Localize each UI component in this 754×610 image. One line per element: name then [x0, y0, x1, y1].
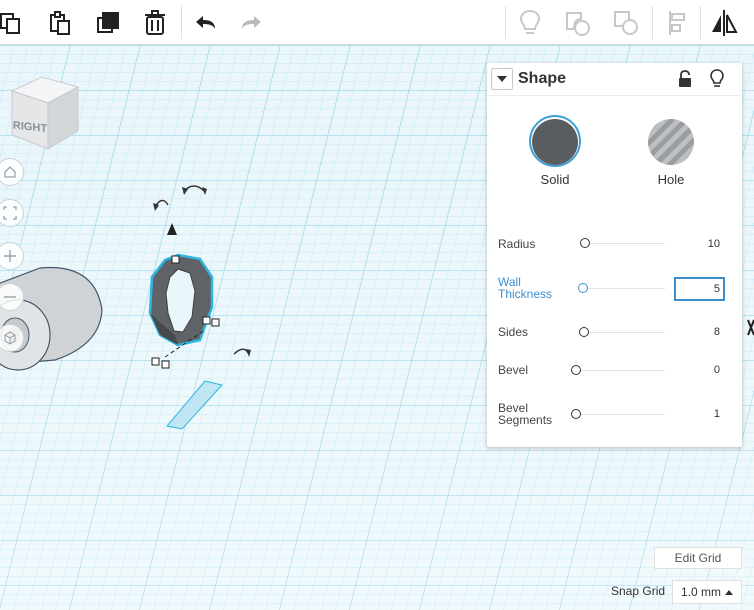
- toolbar-divider: [652, 6, 653, 39]
- bevel-segments-slider-track[interactable]: [575, 414, 665, 415]
- duplicate-button[interactable]: [86, 0, 130, 45]
- perspective-icon: [4, 331, 16, 345]
- toolbar-divider: [700, 6, 701, 39]
- radius-slider-knob[interactable]: [580, 238, 590, 248]
- bevel-slider-track[interactable]: [575, 370, 665, 371]
- delete-button[interactable]: [133, 0, 177, 45]
- group-button[interactable]: [556, 0, 600, 45]
- snap-grid-select[interactable]: 1.0 mm: [672, 580, 742, 604]
- mirror-button[interactable]: [702, 0, 746, 45]
- wall-thickness-label: Wall Thickness: [498, 276, 552, 300]
- ungroup-icon: [614, 10, 638, 35]
- align-icon: [669, 10, 685, 35]
- show-hide-icon: [519, 9, 541, 34]
- view-cube[interactable]: RIGHT: [8, 73, 86, 153]
- zoom-out-icon: [4, 296, 16, 298]
- wall-thickness-label-line2: Thickness: [498, 287, 553, 301]
- lightbulb-icon[interactable]: [709, 69, 725, 89]
- bevel-segments-value[interactable]: 1: [714, 408, 720, 420]
- redo-button[interactable]: [229, 0, 273, 45]
- solid-swatch: [532, 119, 578, 165]
- ungroup-button[interactable]: [604, 0, 648, 45]
- caret-up-icon: [725, 590, 733, 595]
- group-icon: [566, 11, 590, 36]
- sides-label: Sides: [498, 325, 529, 339]
- hole-swatch: [648, 119, 694, 165]
- radius-value[interactable]: 10: [708, 238, 720, 250]
- mirror-icon: [712, 9, 738, 36]
- chevron-down-icon: [497, 76, 507, 82]
- wall-thickness-input[interactable]: [674, 277, 725, 301]
- delete-icon: [145, 9, 165, 35]
- redo-icon: [242, 15, 261, 29]
- bevel-segments-label-line2: Segments: [498, 413, 553, 427]
- show-hide-button[interactable]: [508, 0, 552, 45]
- snap-grid-label: Snap Grid: [611, 584, 666, 598]
- sides-slider-track[interactable]: [583, 332, 665, 333]
- sides-slider-knob[interactable]: [579, 327, 589, 337]
- copy-icon: [0, 12, 20, 34]
- toolbar: [0, 0, 754, 45]
- hole-mode-button[interactable]: Hole: [641, 119, 701, 187]
- paste-button[interactable]: [38, 0, 82, 45]
- snap-grid-value: 1.0 mm: [681, 585, 722, 599]
- home-icon: [4, 166, 16, 178]
- shape-inspector-panel: Shape Solid Hole Radius 10 Wall Thicknes…: [487, 63, 742, 447]
- hole-label: Hole: [657, 172, 685, 187]
- align-button[interactable]: [656, 0, 700, 45]
- radius-slider-track[interactable]: [583, 243, 665, 244]
- fit-view-icon: [3, 206, 17, 220]
- duplicate-icon: [97, 11, 119, 33]
- radius-label: Radius: [498, 237, 536, 251]
- panel-header: Shape: [487, 63, 742, 96]
- edit-grid-button[interactable]: Edit Grid: [654, 547, 742, 569]
- unlock-icon[interactable]: [677, 70, 693, 88]
- undo-button[interactable]: [184, 0, 228, 45]
- wall-thickness-slider-track[interactable]: [583, 288, 665, 289]
- zoom-in-icon: [4, 250, 16, 262]
- toolbar-divider: [505, 6, 506, 39]
- collapse-panel-button[interactable]: [491, 68, 513, 90]
- panel-title: Shape: [518, 70, 567, 87]
- copy-button[interactable]: [0, 0, 32, 45]
- wall-thickness-slider-knob[interactable]: [578, 283, 588, 293]
- bevel-value[interactable]: 0: [714, 364, 720, 376]
- bevel-slider-knob[interactable]: [571, 365, 581, 375]
- toolbar-divider: [181, 6, 182, 39]
- sides-value[interactable]: 8: [714, 326, 720, 338]
- paste-icon: [50, 10, 70, 35]
- solid-mode-button[interactable]: Solid: [525, 119, 585, 187]
- bevel-segments-label: Bevel Segments: [498, 402, 552, 426]
- undo-icon: [196, 15, 215, 29]
- bevel-segments-slider-knob[interactable]: [571, 409, 581, 419]
- solid-label: Solid: [540, 172, 570, 187]
- bevel-label: Bevel: [498, 363, 529, 377]
